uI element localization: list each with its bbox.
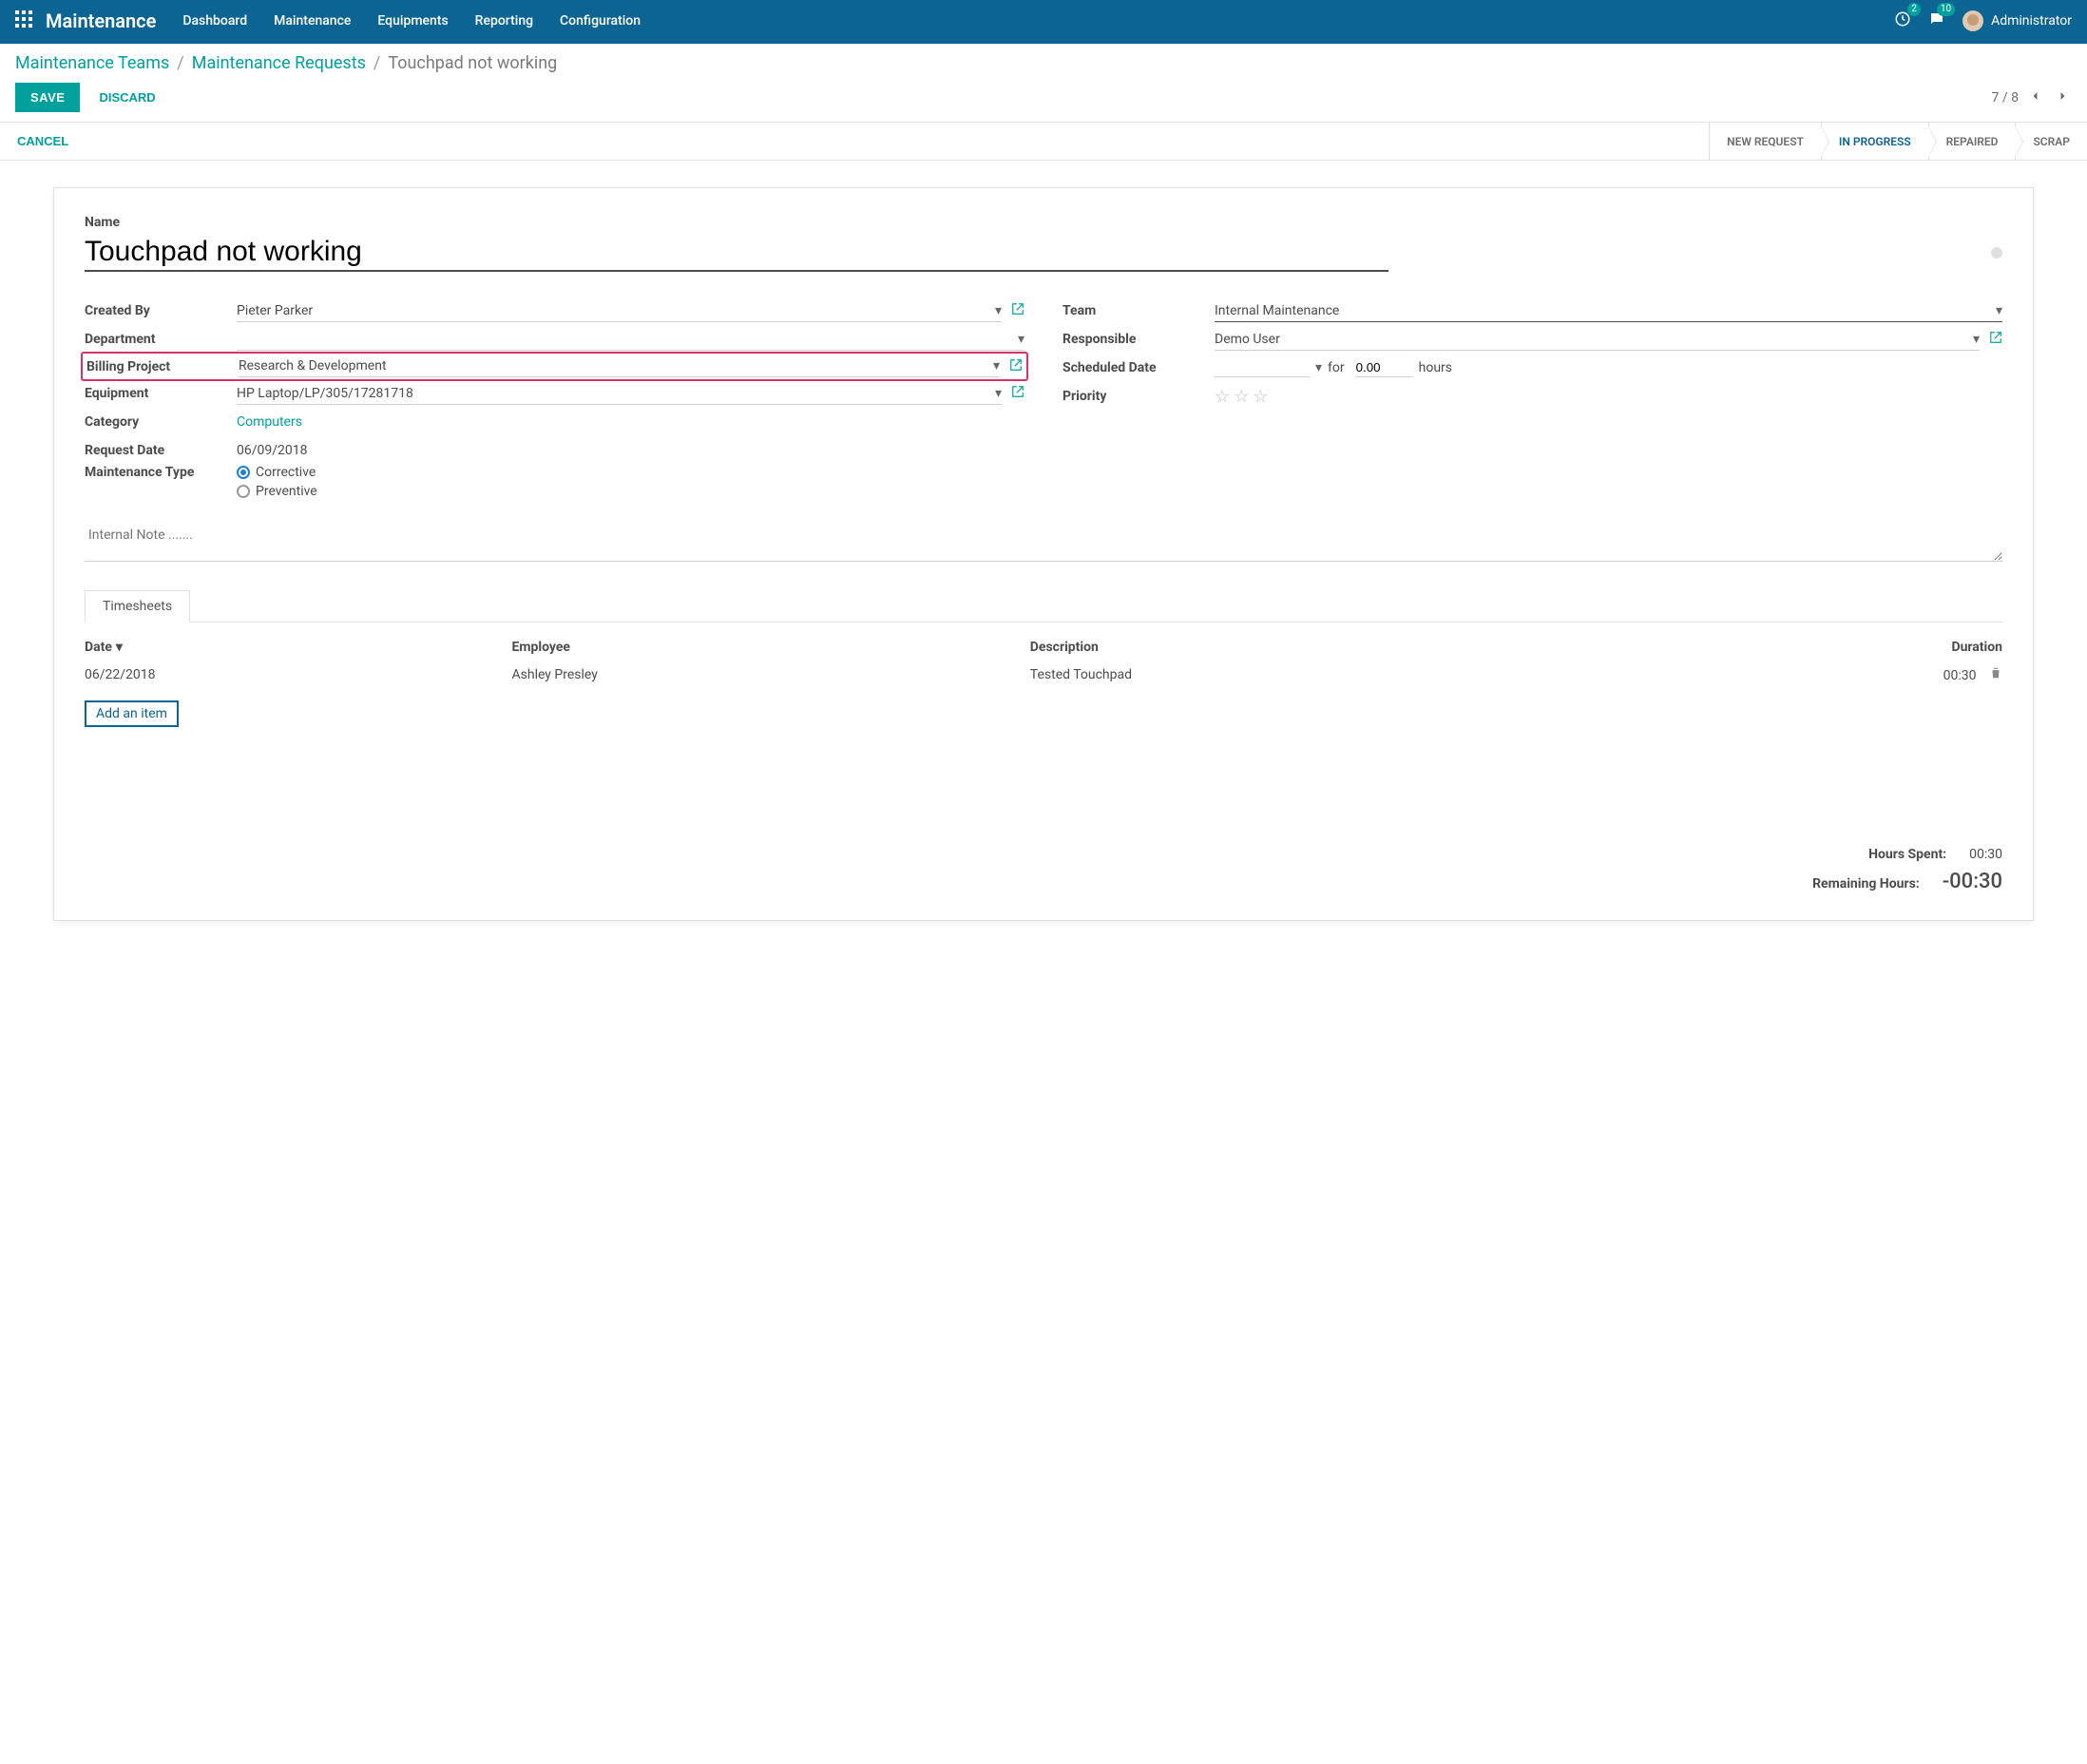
- nav-equipments[interactable]: Equipments: [377, 13, 448, 29]
- stage-scrap[interactable]: SCRAP: [2015, 123, 2087, 160]
- cancel-button[interactable]: CANCEL: [0, 123, 86, 160]
- col-description[interactable]: Description: [1030, 634, 1645, 661]
- category-link[interactable]: Computers: [237, 414, 302, 430]
- stage-inprogress[interactable]: IN PROGRESS: [1821, 123, 1928, 160]
- caret-down-icon: ▾: [1315, 360, 1322, 375]
- caret-down-icon: ▾: [995, 386, 1002, 401]
- cell-duration: 00:30: [1943, 668, 1977, 683]
- col-employee[interactable]: Employee: [512, 634, 1030, 661]
- avatar: [1963, 10, 1983, 31]
- discard-button[interactable]: DISCARD: [93, 89, 161, 105]
- pager-text: 7 / 8: [1992, 90, 2019, 105]
- star-icon[interactable]: ☆: [1253, 387, 1268, 407]
- top-navbar: Maintenance Dashboard Maintenance Equipm…: [0, 0, 2087, 44]
- nav-reporting[interactable]: Reporting: [475, 13, 533, 29]
- radio-off-icon: [237, 485, 250, 498]
- app-brand[interactable]: Maintenance: [46, 10, 156, 32]
- radio-corrective[interactable]: Corrective: [237, 465, 317, 480]
- stage-repaired[interactable]: REPAIRED: [1928, 123, 2016, 160]
- bc-teams[interactable]: Maintenance Teams: [15, 53, 169, 73]
- delete-row-icon[interactable]: [1989, 668, 2002, 683]
- cell-description: Tested Touchpad: [1030, 661, 1645, 689]
- label-billing-project: Billing Project: [86, 359, 239, 374]
- caret-down-icon: ▾: [995, 303, 1002, 318]
- department-select[interactable]: ▾: [237, 329, 1024, 351]
- created-by-select[interactable]: Pieter Parker ▾: [237, 300, 1002, 322]
- radio-on-icon: [237, 466, 250, 479]
- label-priority: Priority: [1063, 389, 1215, 404]
- hours-spent-value: 00:30: [1969, 847, 2002, 862]
- star-icon[interactable]: ☆: [1234, 387, 1249, 407]
- messages-icon[interactable]: 10: [1928, 10, 1945, 31]
- add-item-button[interactable]: Add an item: [85, 700, 179, 727]
- tab-timesheets[interactable]: Timesheets: [85, 590, 190, 623]
- radio-preventive[interactable]: Preventive: [237, 484, 317, 499]
- activities-icon[interactable]: 2: [1894, 10, 1911, 31]
- label-department: Department: [85, 332, 237, 347]
- sort-desc-icon: ▾: [116, 640, 123, 655]
- name-label: Name: [85, 215, 2002, 230]
- caret-down-icon: ▾: [1996, 303, 2002, 318]
- star-icon[interactable]: ☆: [1215, 387, 1230, 407]
- label-category: Category: [85, 414, 237, 430]
- caret-down-icon: ▾: [1018, 332, 1024, 347]
- form-sheet: Name Created By Pieter Parker ▾ Depart: [53, 187, 2034, 921]
- stage-new[interactable]: NEW REQUEST: [1709, 123, 1821, 160]
- equipment-external-link-icon[interactable]: [1011, 385, 1024, 402]
- cell-date: 06/22/2018: [85, 661, 512, 689]
- top-menu: Dashboard Maintenance Equipments Reporti…: [182, 13, 641, 29]
- save-button[interactable]: SAVE: [15, 83, 80, 112]
- scheduled-date-input[interactable]: [1215, 358, 1310, 377]
- nav-config[interactable]: Configuration: [560, 13, 641, 29]
- breadcrumb: Maintenance Teams / Maintenance Requests…: [15, 53, 557, 73]
- hours-spent-label: Hours Spent:: [1868, 847, 1946, 862]
- billing-project-external-link-icon[interactable]: [1009, 358, 1023, 375]
- col-duration[interactable]: Duration: [1645, 634, 2002, 661]
- messages-badge: 10: [1937, 3, 1955, 16]
- team-select[interactable]: Internal Maintenance ▾: [1215, 300, 2002, 322]
- responsible-select[interactable]: Demo User ▾: [1215, 329, 1980, 351]
- request-date-value: 06/09/2018: [237, 443, 308, 458]
- pager-prev-icon[interactable]: [2026, 86, 2045, 109]
- activities-badge: 2: [1907, 3, 1921, 16]
- internal-note[interactable]: [85, 524, 2002, 562]
- name-input[interactable]: [85, 234, 1388, 272]
- apps-icon[interactable]: [15, 10, 32, 31]
- label-team: Team: [1063, 303, 1215, 318]
- user-menu[interactable]: Administrator: [1963, 10, 2072, 31]
- scheduled-hours-input[interactable]: [1356, 358, 1413, 377]
- label-created-by: Created By: [85, 303, 237, 318]
- cell-employee: Ashley Presley: [512, 661, 1030, 689]
- label-request-date: Request Date: [85, 443, 237, 458]
- label-equipment: Equipment: [85, 386, 237, 401]
- label-scheduled-date: Scheduled Date: [1063, 360, 1215, 375]
- billing-project-select[interactable]: Research & Development ▾: [239, 355, 1000, 377]
- responsible-external-link-icon[interactable]: [1989, 331, 2002, 348]
- table-row[interactable]: 06/22/2018 Ashley Presley Tested Touchpa…: [85, 661, 2002, 689]
- remaining-hours-value: -00:30: [1943, 870, 2002, 893]
- caret-down-icon: ▾: [993, 358, 1000, 374]
- equipment-select[interactable]: HP Laptop/LP/305/17281718 ▾: [237, 383, 1002, 405]
- col-date[interactable]: Date▾: [85, 634, 512, 661]
- label-responsible: Responsible: [1063, 332, 1215, 347]
- priority-stars[interactable]: ☆ ☆ ☆: [1215, 387, 1268, 407]
- label-maintenance-type: Maintenance Type: [85, 465, 237, 480]
- caret-down-icon: ▾: [1973, 332, 1980, 347]
- timesheet-table: Date▾ Employee Description Duration 06/2…: [85, 634, 2002, 733]
- bc-requests[interactable]: Maintenance Requests: [192, 53, 366, 73]
- billing-project-row: Billing Project Research & Development ▾: [81, 352, 1028, 381]
- created-by-external-link-icon[interactable]: [1011, 302, 1024, 319]
- nav-dashboard[interactable]: Dashboard: [182, 13, 247, 29]
- pager-next-icon[interactable]: [2053, 86, 2072, 109]
- stage-bar: NEW REQUEST IN PROGRESS REPAIRED SCRAP: [1709, 123, 2087, 160]
- nav-maintenance[interactable]: Maintenance: [274, 13, 351, 29]
- username: Administrator: [1991, 13, 2072, 29]
- kanban-state-icon[interactable]: [1991, 247, 2002, 259]
- remaining-hours-label: Remaining Hours:: [1812, 876, 1920, 892]
- bc-current: Touchpad not working: [388, 53, 557, 73]
